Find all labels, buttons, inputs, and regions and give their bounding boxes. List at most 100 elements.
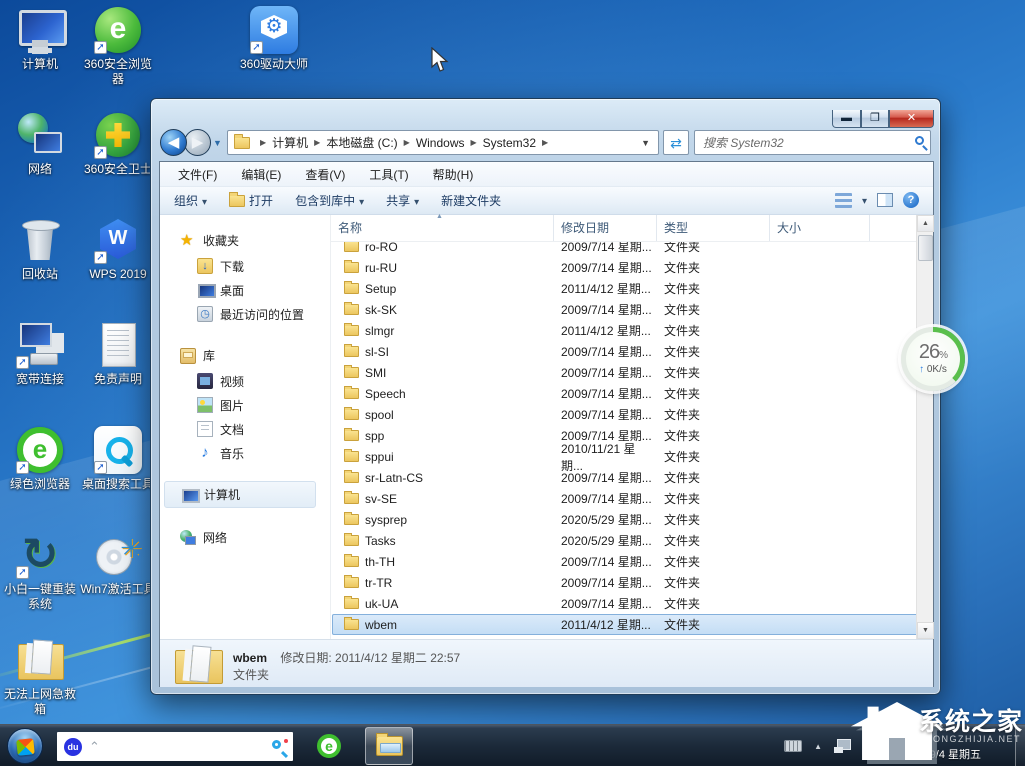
download-progress-badge[interactable]: 26% ↑ 0K/s bbox=[901, 327, 965, 391]
breadcrumb-item[interactable] bbox=[536, 131, 554, 154]
desktop-icon-desktop-search[interactable]: 桌面搜索工具 bbox=[80, 426, 156, 492]
desktop-icon-network[interactable]: 网络 bbox=[2, 111, 78, 177]
desktop-icon-green-browser[interactable]: 绿色浏览器 bbox=[2, 426, 78, 492]
table-row[interactable]: SMI 2009/7/14 星期... 文件夹 bbox=[332, 362, 918, 383]
network-tray-icon[interactable] bbox=[834, 739, 851, 753]
search-box[interactable] bbox=[694, 130, 931, 155]
refresh-button[interactable] bbox=[663, 130, 689, 155]
selected-item-type: 文件夹 bbox=[233, 666, 269, 683]
scroll-up-icon[interactable]: ▲ bbox=[917, 215, 934, 232]
new-folder-button[interactable]: 新建文件夹 bbox=[441, 192, 501, 209]
table-row[interactable]: spool 2009/7/14 星期... 文件夹 bbox=[332, 404, 918, 425]
column-header[interactable]: 类型 bbox=[657, 215, 770, 241]
menu-item[interactable]: 工具(T) bbox=[369, 166, 408, 183]
table-row[interactable]: uk-UA 2009/7/14 星期... 文件夹 bbox=[332, 593, 918, 614]
forward-button[interactable]: ▶ bbox=[184, 129, 211, 156]
open-folder-icon bbox=[229, 195, 245, 207]
menu-item[interactable]: 编辑(E) bbox=[241, 166, 281, 183]
sidebar-item-music[interactable]: 音乐 bbox=[160, 441, 330, 465]
hidden-icons-chevron[interactable] bbox=[814, 742, 822, 751]
table-row[interactable]: tr-TR 2009/7/14 星期... 文件夹 bbox=[332, 572, 918, 593]
desktop-icon-recycle-bin[interactable]: 回收站 bbox=[2, 216, 78, 282]
change-view-icon[interactable] bbox=[835, 193, 852, 208]
table-row[interactable]: ru-RU 2009/7/14 星期... 文件夹 bbox=[332, 257, 918, 278]
table-row[interactable]: sk-SK 2009/7/14 星期... 文件夹 bbox=[332, 299, 918, 320]
maximize-button[interactable]: ❐ bbox=[861, 110, 889, 128]
taskbar-green-browser-icon[interactable] bbox=[317, 734, 341, 758]
desktop-icon-broadband[interactable]: 宽带连接 bbox=[2, 321, 78, 387]
breadcrumb-item[interactable]: Windows bbox=[398, 131, 465, 154]
history-dropdown-icon[interactable]: ▼ bbox=[213, 138, 222, 148]
sidebar-item-pictures[interactable]: 图片 bbox=[160, 393, 330, 417]
taskbar-search-box[interactable]: du bbox=[57, 732, 293, 761]
menu-bar: 文件(F) 编辑(E) 查看(V) 工具(T) 帮助(H) bbox=[160, 162, 933, 187]
desktop-icon-360-browser[interactable]: 360安全浏览器 bbox=[80, 6, 156, 87]
table-row[interactable]: sr-Latn-CS 2009/7/14 星期... 文件夹 bbox=[332, 467, 918, 488]
menu-item[interactable]: 查看(V) bbox=[305, 166, 345, 183]
sidebar-item-computer[interactable]: 计算机 bbox=[164, 481, 316, 508]
desktop-icon-computer[interactable]: 计算机 bbox=[2, 6, 78, 72]
table-row[interactable]: sv-SE 2009/7/14 星期... 文件夹 bbox=[332, 488, 918, 509]
organize-button[interactable]: 组织 bbox=[174, 192, 207, 209]
search-input[interactable] bbox=[694, 130, 931, 155]
open-button[interactable]: 打开 bbox=[229, 192, 273, 209]
scroll-down-icon[interactable]: ▼ bbox=[917, 622, 934, 639]
desktop-icon-360-safeguard[interactable]: 360安全卫士 bbox=[80, 111, 156, 177]
start-button[interactable] bbox=[7, 728, 43, 764]
menu-item[interactable]: 文件(F) bbox=[178, 166, 217, 183]
table-row[interactable]: Setup 2011/4/12 星期... 文件夹 bbox=[332, 278, 918, 299]
desktop-icon-win7-activator[interactable]: Win7激活工具 bbox=[80, 531, 156, 597]
help-icon[interactable] bbox=[903, 192, 919, 208]
desktop-icon-rescue-box[interactable]: 无法上网急救箱 bbox=[2, 636, 78, 717]
address-dropdown-icon[interactable] bbox=[641, 138, 658, 148]
column-header[interactable]: 大小 bbox=[770, 215, 870, 241]
table-row[interactable]: sysprep 2020/5/29 星期... 文件夹 bbox=[332, 509, 918, 530]
sidebar-item-recent[interactable]: 最近访问的位置 bbox=[160, 302, 330, 326]
table-row[interactable]: Speech 2009/7/14 星期... 文件夹 bbox=[332, 383, 918, 404]
show-desktop-button[interactable] bbox=[1015, 725, 1025, 767]
table-row[interactable]: Tasks 2020/5/29 星期... 文件夹 bbox=[332, 530, 918, 551]
folder-icon bbox=[344, 242, 359, 252]
table-row[interactable]: wbem 2011/4/12 星期... 文件夹 bbox=[332, 614, 918, 635]
column-header[interactable]: 修改日期 bbox=[554, 215, 657, 241]
table-row[interactable]: th-TH 2009/7/14 星期... 文件夹 bbox=[332, 551, 918, 572]
sidebar-item-documents[interactable]: 文档 bbox=[160, 417, 330, 441]
desktop-icon-disclaimer[interactable]: 免责声明 bbox=[80, 321, 156, 387]
sidebar-item-desktop[interactable]: 桌面 bbox=[160, 278, 330, 302]
table-row[interactable]: slmgr 2011/4/12 星期... 文件夹 bbox=[332, 320, 918, 341]
address-bar[interactable]: 计算机 本地磁盘 (C:) Windows System32 bbox=[227, 130, 659, 155]
table-row[interactable]: sppui 2010/11/21 星期... 文件夹 bbox=[332, 446, 918, 467]
table-row[interactable]: ro-RO 2009/7/14 星期... 文件夹 bbox=[332, 242, 918, 257]
minimize-button[interactable]: ▬ bbox=[832, 110, 861, 128]
menu-item[interactable]: 帮助(H) bbox=[433, 166, 474, 183]
tray-alert-icon[interactable] bbox=[863, 740, 875, 752]
folder-icon bbox=[344, 598, 359, 609]
taskbar-search-icon[interactable] bbox=[272, 740, 281, 749]
include-library-button[interactable]: 包含到库中 bbox=[295, 192, 364, 209]
sidebar-item-libraries[interactable]: 库 bbox=[160, 342, 330, 369]
back-button[interactable]: ◀ bbox=[160, 129, 187, 156]
sidebar-item-favorites[interactable]: 收藏夹 bbox=[160, 227, 330, 254]
desktop-icon-360-driver[interactable]: 360驱动大师 bbox=[236, 6, 312, 72]
tray-clock-date[interactable]: 2020/9/4 星期五 bbox=[902, 746, 981, 762]
preview-pane-icon[interactable] bbox=[877, 193, 893, 207]
sidebar-item-videos[interactable]: 视频 bbox=[160, 369, 330, 393]
breadcrumb-item[interactable]: 计算机 bbox=[254, 131, 308, 154]
scrollbar-thumb[interactable] bbox=[918, 235, 933, 261]
network-icon bbox=[16, 111, 64, 159]
sidebar-item-downloads[interactable]: 下载 bbox=[160, 254, 330, 278]
desktop-icon-wps[interactable]: WPS 2019 bbox=[80, 216, 156, 282]
close-button[interactable]: ✕ bbox=[889, 110, 934, 128]
share-button[interactable]: 共享 bbox=[386, 192, 419, 209]
views-caret-icon[interactable] bbox=[862, 193, 867, 207]
chevron-up-icon[interactable] bbox=[89, 739, 100, 755]
desktop-icon-reinstall[interactable]: 小白一键重装系统 bbox=[2, 531, 78, 612]
taskbar-explorer-button[interactable] bbox=[365, 727, 413, 765]
input-method-icon[interactable] bbox=[784, 740, 802, 752]
breadcrumb-item[interactable]: 本地磁盘 (C:) bbox=[308, 131, 397, 154]
selected-item-modified: 修改日期: 2011/4/12 星期二 22:57 bbox=[280, 651, 460, 665]
breadcrumb-item[interactable]: System32 bbox=[465, 131, 537, 154]
sidebar-item-network[interactable]: 网络 bbox=[160, 524, 330, 551]
vertical-scrollbar[interactable]: ▲ ▼ bbox=[916, 215, 933, 639]
table-row[interactable]: sl-SI 2009/7/14 星期... 文件夹 bbox=[332, 341, 918, 362]
